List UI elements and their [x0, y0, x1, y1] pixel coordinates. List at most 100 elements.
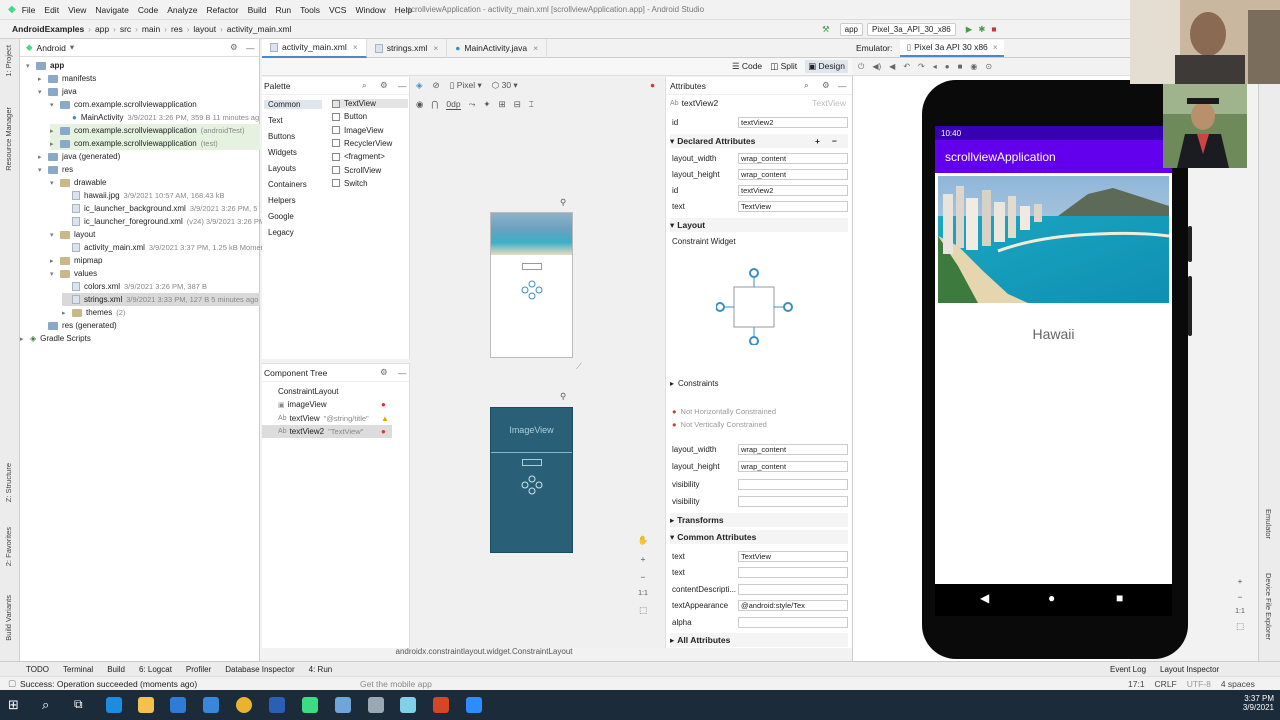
indent-setting[interactable]: 4 spaces: [1221, 679, 1255, 689]
gear-icon[interactable]: ⚙: [230, 42, 238, 53]
recents-icon[interactable]: ■: [1116, 591, 1123, 605]
system-clock[interactable]: 3:37 PM 3/9/2021: [1228, 694, 1274, 712]
menu-vcs[interactable]: VCS: [329, 5, 346, 15]
clear-constraints-icon[interactable]: ⤳: [469, 99, 476, 110]
breadcrumb-item[interactable]: activity_main.xml: [227, 24, 292, 34]
tab-project[interactable]: 1: Project: [4, 45, 13, 77]
zoom-fit-icon[interactable]: ⬚: [1236, 621, 1244, 632]
phone-volume-button[interactable]: [1188, 276, 1192, 336]
tree-item[interactable]: ● MainActivity 3/9/2021 3:26 PM, 359 B 11 …: [62, 111, 259, 124]
camera-icon[interactable]: ◉: [970, 62, 977, 71]
volume-up-icon[interactable]: ◀): [872, 62, 881, 71]
attribute-value[interactable]: TextView: [738, 550, 848, 562]
snip-icon[interactable]: [400, 697, 416, 713]
menu-analyze[interactable]: Analyze: [167, 5, 197, 15]
component-tree-item[interactable]: Ab textView "@string/title" ▲: [278, 412, 408, 425]
windows-start-icon[interactable]: ⊞: [8, 697, 19, 713]
palette-item[interactable]: ImageView: [332, 126, 383, 135]
emulator-device-tab[interactable]: ▯ Pixel 3a API 30 x86 ×: [900, 39, 1004, 57]
attribute-value[interactable]: wrap_content: [738, 168, 848, 180]
attribute-value[interactable]: TextView: [738, 200, 848, 212]
palette-item[interactable]: <fragment>: [332, 152, 385, 161]
cursor-position[interactable]: 17:1: [1128, 679, 1145, 689]
palette-item[interactable]: ScrollView: [332, 166, 381, 175]
file-encoding[interactable]: UTF-8: [1187, 679, 1211, 689]
palette-category[interactable]: Google: [268, 212, 294, 221]
chevron-down-icon[interactable]: ▾: [70, 42, 74, 53]
bottom-tab-6-logcat[interactable]: 6: Logcat: [139, 665, 172, 674]
overview-icon[interactable]: ■: [958, 62, 963, 71]
declared-attributes-section[interactable]: ▾ Declared Attributes + −: [670, 134, 848, 148]
palette-item[interactable]: Button: [332, 112, 367, 121]
bottom-tab-event-log[interactable]: Event Log: [1110, 665, 1146, 674]
word-icon[interactable]: [269, 697, 285, 713]
device-select[interactable]: Pixel_3a_API_30_x86: [866, 22, 956, 36]
expand-arrow-icon[interactable]: ▾: [50, 101, 58, 109]
volume-down-icon[interactable]: ◀: [889, 62, 895, 71]
transforms-section[interactable]: ▸ Transforms: [670, 513, 848, 527]
zoom-fit-icon[interactable]: ⬚: [639, 605, 647, 616]
tree-item[interactable]: activity_main.xml 3/9/2021 3:37 PM, 1.25 …: [62, 241, 263, 254]
file-explorer-icon[interactable]: [138, 697, 154, 713]
back-icon[interactable]: ◀: [980, 591, 989, 605]
minimize-icon[interactable]: —: [398, 81, 407, 91]
home-icon[interactable]: ●: [945, 62, 950, 71]
stop-icon[interactable]: ■: [991, 24, 996, 34]
bottom-tab-build[interactable]: Build: [107, 665, 125, 674]
add-icon[interactable]: +: [815, 136, 820, 146]
tree-item[interactable]: ▸ ◈ Gradle Scripts: [20, 332, 91, 345]
bottom-tab-4-run[interactable]: 4: Run: [309, 665, 333, 674]
breadcrumb-item[interactable]: res: [171, 24, 183, 34]
selected-widget-handles[interactable]: [521, 280, 543, 300]
zoom-actual-icon[interactable]: 1:1: [638, 590, 648, 597]
tab-strings[interactable]: strings.xml ×: [367, 38, 448, 58]
tree-item[interactable]: ▾ drawable: [50, 176, 106, 189]
palette-category[interactable]: Buttons: [268, 132, 295, 141]
expand-arrow-icon[interactable]: ▾: [38, 166, 46, 174]
menu-navigate[interactable]: Navigate: [95, 5, 129, 15]
breadcrumb-item[interactable]: AndroidExamples: [12, 24, 84, 34]
calculator-icon[interactable]: [368, 697, 384, 713]
gear-icon[interactable]: ⚙: [380, 367, 388, 378]
magnet-icon[interactable]: ⋂: [431, 99, 438, 110]
expand-arrow-icon[interactable]: ▸: [38, 153, 46, 161]
tab-structure[interactable]: Z: Structure: [4, 463, 13, 502]
minimize-icon[interactable]: —: [246, 43, 255, 53]
palette-item[interactable]: Switch: [332, 179, 368, 188]
tree-item[interactable]: ▾ com.example.scrollviewapplication: [50, 98, 197, 111]
expand-arrow-icon[interactable]: ▸: [50, 127, 58, 135]
error-icon[interactable]: ●: [650, 80, 655, 90]
pan-icon[interactable]: ✋: [638, 535, 649, 546]
pack-icon[interactable]: ⊞: [499, 99, 506, 110]
zoom-in-icon[interactable]: +: [641, 554, 646, 564]
tree-item[interactable]: ▾ java: [38, 85, 77, 98]
phone-power-button[interactable]: [1188, 226, 1192, 262]
palette-category[interactable]: Text: [268, 116, 283, 125]
close-icon[interactable]: ×: [993, 42, 998, 52]
expand-arrow-icon[interactable]: ▸: [20, 335, 28, 343]
hammer-icon[interactable]: ⚒: [822, 24, 830, 35]
breadcrumb-item[interactable]: app: [95, 24, 109, 34]
menu-run[interactable]: Run: [276, 5, 292, 15]
expand-arrow-icon[interactable]: ▸: [38, 75, 46, 83]
home-icon[interactable]: ●: [1048, 591, 1055, 605]
attribute-value[interactable]: wrap_content: [738, 443, 848, 455]
expand-arrow-icon[interactable]: ▾: [26, 62, 34, 70]
layout-section[interactable]: ▾ Layout: [670, 218, 848, 232]
palette-category[interactable]: Layouts: [268, 164, 296, 173]
android-studio-icon[interactable]: [302, 697, 318, 713]
gear-icon[interactable]: ⚙: [822, 80, 830, 91]
blueprint-surface[interactable]: ImageView: [490, 407, 573, 553]
all-attributes-section[interactable]: ▸ All Attributes: [670, 633, 848, 647]
back-icon[interactable]: ◂: [933, 62, 937, 71]
palette-category[interactable]: Widgets: [268, 148, 297, 157]
common-attributes-section[interactable]: ▾ Common Attributes: [670, 530, 848, 544]
project-view-select[interactable]: Android: [37, 43, 66, 53]
power-icon[interactable]: ⏻: [858, 62, 864, 72]
expand-arrow-icon[interactable]: ▾: [50, 231, 58, 239]
remove-icon[interactable]: −: [832, 136, 837, 146]
tab-main-activity[interactable]: ● MainActivity.java ×: [447, 38, 548, 58]
tab-device-file-explorer[interactable]: Device File Explorer: [1264, 573, 1273, 640]
component-tree-item[interactable]: ▣ imageView ●: [278, 398, 408, 411]
resize-handle[interactable]: ⟋: [576, 361, 582, 372]
